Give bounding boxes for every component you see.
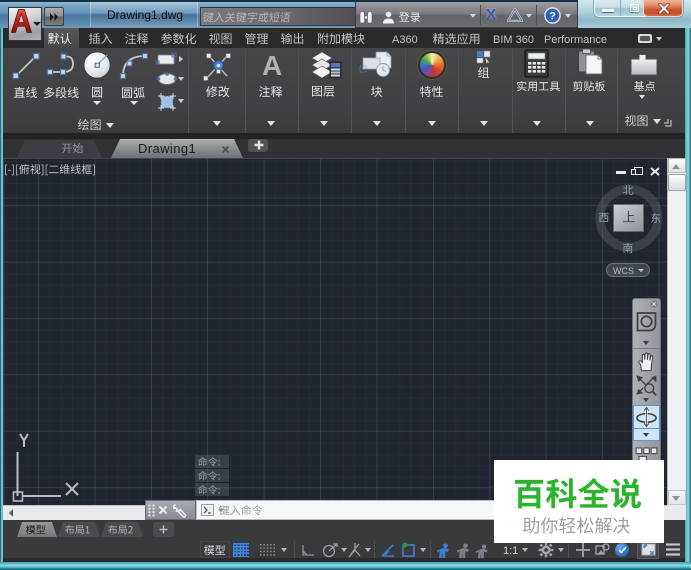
svg-text:?: ? [549,11,556,23]
